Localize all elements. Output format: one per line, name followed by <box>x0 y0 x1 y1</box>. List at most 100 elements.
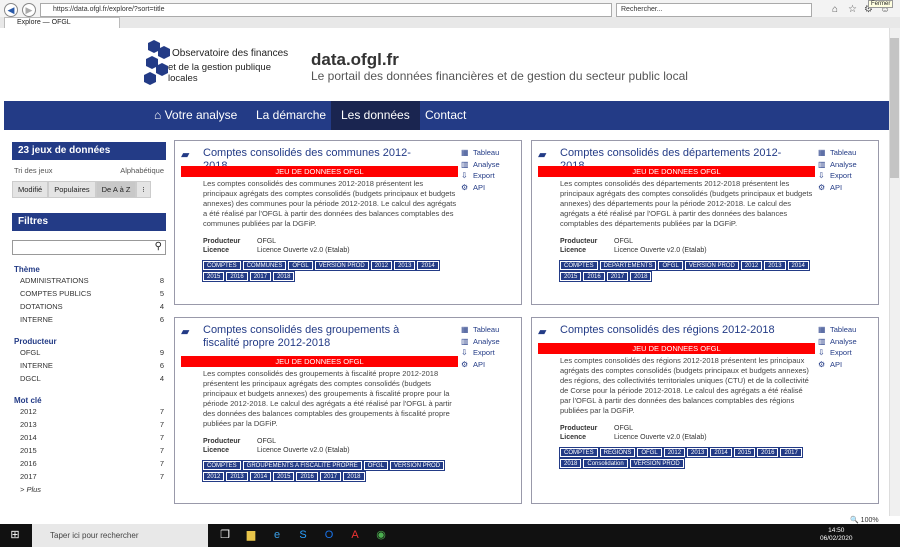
favorites-icon[interactable]: ☆ <box>848 4 857 15</box>
keyword-tag[interactable]: GROUPEMENTS A FISCALITE PROPRE <box>241 460 363 471</box>
dataset-title[interactable]: Comptes consolidés des régions 2012-2018 <box>560 324 792 337</box>
address-bar[interactable]: https://data.ofgl.fr/explore/?sort=title <box>40 3 612 17</box>
action-table-link[interactable]: ▦ Tableau <box>461 147 521 159</box>
keyword-tag[interactable]: 2013 <box>393 260 417 271</box>
nav-votre-analyse[interactable]: ⌂ Votre analyse <box>144 101 247 130</box>
action-analysis-link[interactable]: ▥ Analyse <box>818 336 878 348</box>
sort-az-button[interactable]: De A à Z <box>95 181 137 198</box>
sort-modified-button[interactable]: Modifié <box>12 181 49 198</box>
keyword-tag[interactable]: 2013 <box>686 447 710 458</box>
keyword-tag[interactable]: 2017 <box>605 271 630 282</box>
nav-la-demarche[interactable]: La démarche <box>246 101 336 130</box>
keyword-tag[interactable]: 2016 <box>582 271 606 282</box>
keyword-tag[interactable]: 2018 <box>342 471 366 482</box>
acrobat-icon[interactable]: A <box>348 528 362 542</box>
motcle-filter-item[interactable]: 2015 7 <box>12 444 166 457</box>
keyword-tag[interactable]: 2014 <box>709 447 733 458</box>
action-analysis-link[interactable]: ▥ Analyse <box>818 159 878 171</box>
keyword-tag[interactable]: COMPTES <box>559 260 599 271</box>
action-analysis-link[interactable]: ▥ Analyse <box>461 159 521 171</box>
more-link[interactable]: > Plus <box>12 483 166 496</box>
keyword-tag[interactable]: 2013 <box>763 260 787 271</box>
keyword-tag[interactable]: 2016 <box>756 447 780 458</box>
nav-contact[interactable]: Contact <box>415 101 476 130</box>
system-clock[interactable]: 14:50 06/02/2020 <box>820 527 853 543</box>
producteur-filter-item[interactable]: DGCL 4 <box>12 372 166 385</box>
keyword-tag[interactable]: 2012 <box>662 447 687 458</box>
action-api-link[interactable]: ⚙ API <box>818 359 878 371</box>
home-icon[interactable]: ⌂ <box>832 4 838 15</box>
keyword-tag[interactable]: VERSION PROD <box>313 260 370 271</box>
action-analysis-link[interactable]: ▥ Analyse <box>461 336 521 348</box>
keyword-tag[interactable]: 2015 <box>558 271 583 282</box>
taskbar-search-input[interactable]: Taper ici pour rechercher <box>32 524 208 547</box>
action-api-link[interactable]: ⚙ API <box>461 182 521 194</box>
forward-icon[interactable]: ▶ <box>22 3 36 17</box>
keyword-tag[interactable]: 2016 <box>225 271 249 282</box>
motcle-filter-item[interactable]: 2013 7 <box>12 418 166 431</box>
file-explorer-icon[interactable]: ▆ <box>244 528 258 542</box>
action-table-link[interactable]: ▦ Tableau <box>818 147 878 159</box>
keyword-tag[interactable]: COMPTES <box>559 447 599 458</box>
keyword-tag[interactable]: Consolidation <box>582 458 629 469</box>
keyword-tag[interactable]: 2014 <box>416 260 440 271</box>
producteur-filter-item[interactable]: OFGL 9 <box>12 346 166 359</box>
action-export-link[interactable]: ⇩ Export <box>818 170 878 182</box>
motcle-filter-item[interactable]: 2017 7 <box>12 470 166 483</box>
keyword-tag[interactable]: COMPTES <box>202 260 242 271</box>
keyword-tag[interactable]: 2015 <box>732 447 757 458</box>
keyword-tag[interactable]: 2018 <box>272 271 296 282</box>
action-export-link[interactable]: ⇩ Export <box>461 347 521 359</box>
theme-filter-item[interactable]: ADMINISTRATIONS 8 <box>12 274 166 287</box>
action-table-link[interactable]: ▦ Tableau <box>818 324 878 336</box>
keyword-tag[interactable]: COMPTES <box>202 460 242 471</box>
sort-more-button[interactable]: ⁝ <box>136 181 151 198</box>
keyword-tag[interactable]: 2015 <box>201 271 226 282</box>
filter-search-input[interactable]: ⚲ <box>12 240 166 255</box>
keyword-tag[interactable]: REGIONS <box>598 447 637 458</box>
keyword-tag[interactable]: OFGL <box>362 460 390 471</box>
keyword-tag[interactable]: COMMUNES <box>241 260 288 271</box>
theme-filter-item[interactable]: COMPTES PUBLICS 5 <box>12 287 166 300</box>
keyword-tag[interactable]: 2012 <box>369 260 394 271</box>
scrollbar-thumb[interactable] <box>890 38 899 178</box>
keyword-tag[interactable]: VERSION PROD <box>683 260 740 271</box>
search-icon[interactable]: ⚲ <box>155 241 162 252</box>
browser-search-input[interactable]: Rechercher... <box>616 3 812 17</box>
keyword-tag[interactable]: 2018 <box>558 458 583 469</box>
zoom-level[interactable]: 🔍 100% <box>850 516 879 524</box>
keyword-tag[interactable]: OFGL <box>636 447 663 458</box>
keyword-tag[interactable]: 2015 <box>272 471 296 482</box>
action-table-link[interactable]: ▦ Tableau <box>461 324 521 336</box>
keyword-tag[interactable]: 2018 <box>629 271 653 282</box>
keyword-tag[interactable]: 2017 <box>248 271 273 282</box>
edge-icon[interactable]: e <box>270 528 284 542</box>
sort-popular-button[interactable]: Populaires <box>48 181 96 198</box>
skype-icon[interactable]: S <box>296 528 310 542</box>
task-view-icon[interactable]: ❐ <box>218 528 232 542</box>
theme-filter-item[interactable]: INTERNE 6 <box>12 313 166 326</box>
keyword-tag[interactable]: 2017 <box>318 471 343 482</box>
keyword-tag[interactable]: 2016 <box>295 471 319 482</box>
action-api-link[interactable]: ⚙ API <box>818 182 878 194</box>
action-export-link[interactable]: ⇩ Export <box>818 347 878 359</box>
action-export-link[interactable]: ⇩ Export <box>461 170 521 182</box>
browser-tab[interactable]: Explore — OFGL <box>4 17 120 28</box>
keyword-tag[interactable]: VERSION PROD <box>389 460 446 471</box>
keyword-tag[interactable]: 2012 <box>201 471 226 482</box>
action-api-link[interactable]: ⚙ API <box>461 359 521 371</box>
dataset-title[interactable]: Comptes consolidés des groupements à fis… <box>203 324 435 350</box>
back-icon[interactable]: ◀ <box>4 3 18 17</box>
keyword-tag[interactable]: 2014 <box>786 260 810 271</box>
chrome-icon[interactable]: ◉ <box>374 528 388 542</box>
keyword-tag[interactable]: 2014 <box>248 471 273 482</box>
keyword-tag[interactable]: VERSION PROD <box>628 458 685 469</box>
keyword-tag[interactable]: 2017 <box>779 447 803 458</box>
windows-start-icon[interactable]: ⊞ <box>8 528 22 542</box>
motcle-filter-item[interactable]: 2012 7 <box>12 405 166 418</box>
nav-les-donnees[interactable]: Les données <box>331 101 420 130</box>
keyword-tag[interactable]: 2012 <box>739 260 764 271</box>
producteur-filter-item[interactable]: INTERNE 6 <box>12 359 166 372</box>
outlook-icon[interactable]: O <box>322 528 336 542</box>
keyword-tag[interactable]: 2013 <box>225 471 249 482</box>
